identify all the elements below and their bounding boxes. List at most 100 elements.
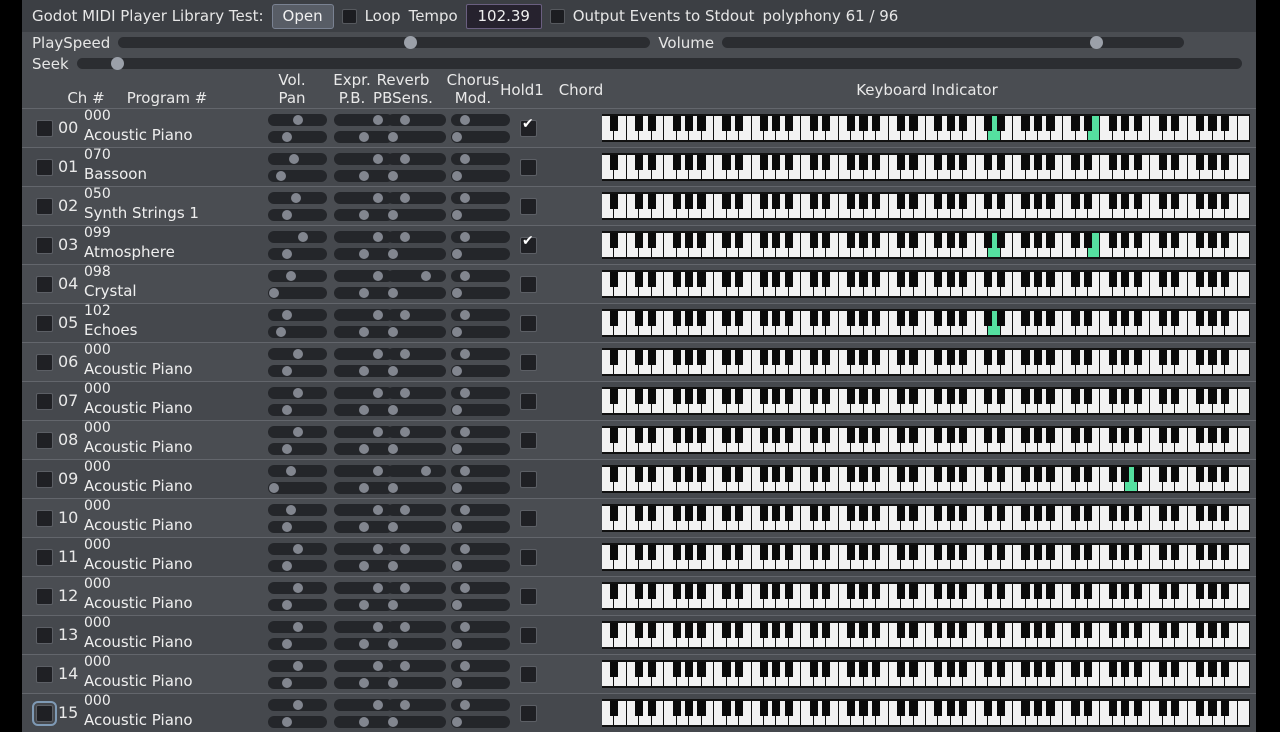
piano-black-key[interactable] (672, 116, 681, 131)
channel-enable-checkbox[interactable] (36, 510, 53, 527)
piano-black-key[interactable] (1121, 350, 1130, 365)
mod-slider-knob[interactable] (452, 678, 463, 688)
piano-black-key[interactable] (697, 350, 706, 365)
tempo-input[interactable]: 102.39 (465, 3, 542, 29)
piano-black-key[interactable] (896, 311, 906, 326)
piano-black-key[interactable] (1158, 155, 1167, 170)
piano-black-key[interactable] (846, 233, 856, 248)
piano-black-key[interactable] (684, 701, 694, 716)
piano-black-key[interactable] (1108, 506, 1117, 521)
pan-slider[interactable] (268, 677, 327, 689)
channel-row[interactable]: 06 000 Acoustic Piano (22, 342, 1256, 381)
piano-black-key[interactable] (909, 116, 918, 131)
pbsens-slider[interactable] (387, 287, 446, 299)
piano-black-key[interactable] (1021, 389, 1030, 404)
piano-black-key[interactable] (784, 389, 793, 404)
vol-slider[interactable] (268, 231, 327, 243)
pbsens-slider-knob[interactable] (388, 639, 399, 649)
channel-enable-checkbox[interactable] (36, 549, 53, 566)
piano-black-key[interactable] (909, 467, 918, 482)
piano-black-key[interactable] (984, 623, 993, 638)
piano-black-key[interactable] (984, 701, 993, 716)
pb-slider[interactable] (334, 443, 393, 455)
piano-black-key[interactable] (1046, 701, 1055, 716)
piano-black-key[interactable] (734, 623, 744, 638)
piano-black-key[interactable] (1021, 584, 1030, 599)
pan-slider-knob[interactable] (281, 132, 292, 142)
reverb-slider[interactable] (387, 699, 446, 711)
expr-slider[interactable] (334, 426, 393, 438)
piano-black-key[interactable] (859, 389, 868, 404)
piano-black-key[interactable] (1021, 233, 1030, 248)
piano-black-key[interactable] (772, 506, 781, 521)
piano-white-key[interactable] (1237, 155, 1250, 179)
piano-black-key[interactable] (859, 311, 868, 326)
piano-black-key[interactable] (697, 584, 706, 599)
piano-black-key[interactable] (1133, 623, 1142, 638)
piano-white-key[interactable] (1237, 701, 1250, 725)
pan-slider[interactable] (268, 365, 327, 377)
piano-black-key[interactable] (996, 272, 1005, 287)
piano-black-key[interactable] (959, 506, 968, 521)
channel-row[interactable]: 00 000 Acoustic Piano (22, 108, 1256, 147)
piano-black-key[interactable] (647, 701, 656, 716)
mod-slider[interactable] (451, 209, 510, 221)
pan-slider-knob[interactable] (281, 444, 292, 454)
piano-black-key[interactable] (859, 701, 868, 716)
piano-black-key[interactable] (697, 467, 706, 482)
expr-slider-knob[interactable] (373, 193, 384, 203)
piano-black-key[interactable] (1083, 350, 1092, 365)
pbsens-slider-knob[interactable] (388, 210, 399, 220)
reverb-slider[interactable] (387, 192, 446, 204)
hold1-checkbox[interactable] (520, 705, 537, 722)
piano-black-key[interactable] (822, 662, 831, 677)
chorus-slider-knob[interactable] (459, 232, 470, 242)
piano-black-key[interactable] (909, 584, 918, 599)
piano-black-key[interactable] (871, 662, 881, 677)
channel-enable-checkbox[interactable] (36, 471, 53, 488)
piano-black-key[interactable] (1220, 506, 1230, 521)
piano-black-key[interactable] (1083, 155, 1092, 170)
vol-slider[interactable] (268, 504, 327, 516)
piano-black-key[interactable] (909, 506, 918, 521)
mod-slider[interactable] (451, 365, 510, 377)
piano-black-key[interactable] (946, 350, 955, 365)
pb-slider[interactable] (334, 248, 393, 260)
pbsens-slider-knob[interactable] (388, 600, 399, 610)
piano-black-key[interactable] (772, 467, 781, 482)
piano-black-key[interactable] (896, 233, 906, 248)
piano-white-key[interactable] (1237, 623, 1250, 647)
piano-black-key[interactable] (946, 272, 955, 287)
piano-black-key[interactable] (1083, 545, 1092, 560)
piano-black-key[interactable] (846, 545, 856, 560)
pbsens-slider-knob[interactable] (388, 327, 399, 337)
piano-black-key[interactable] (1108, 155, 1117, 170)
piano-black-key[interactable] (809, 506, 818, 521)
piano-black-key[interactable] (871, 545, 881, 560)
piano-black-key[interactable] (759, 194, 768, 209)
piano-black-key[interactable] (1170, 350, 1180, 365)
piano-black-key[interactable] (1021, 194, 1030, 209)
piano-black-key[interactable] (909, 233, 918, 248)
piano-black-key[interactable] (1170, 506, 1180, 521)
mod-slider-knob[interactable] (452, 561, 463, 571)
piano-black-key[interactable] (996, 155, 1005, 170)
piano-black-key[interactable] (1046, 311, 1055, 326)
chorus-slider-knob[interactable] (459, 271, 470, 281)
piano-black-key[interactable] (684, 389, 694, 404)
piano-black-key[interactable] (1046, 389, 1055, 404)
piano-black-key[interactable] (1208, 428, 1217, 443)
piano-black-key[interactable] (697, 701, 706, 716)
piano-black-key[interactable] (1195, 467, 1205, 482)
pan-slider-knob[interactable] (275, 171, 286, 181)
piano-black-key[interactable] (859, 428, 868, 443)
piano-black-key[interactable] (647, 233, 656, 248)
mod-slider-knob[interactable] (452, 366, 463, 376)
reverb-slider[interactable] (387, 543, 446, 555)
piano-black-key[interactable] (1170, 116, 1180, 131)
piano-black-key[interactable] (772, 155, 781, 170)
piano-black-key[interactable] (684, 311, 694, 326)
piano-black-key[interactable] (1133, 350, 1142, 365)
piano-black-key[interactable] (946, 623, 955, 638)
piano-black-key[interactable] (996, 506, 1005, 521)
